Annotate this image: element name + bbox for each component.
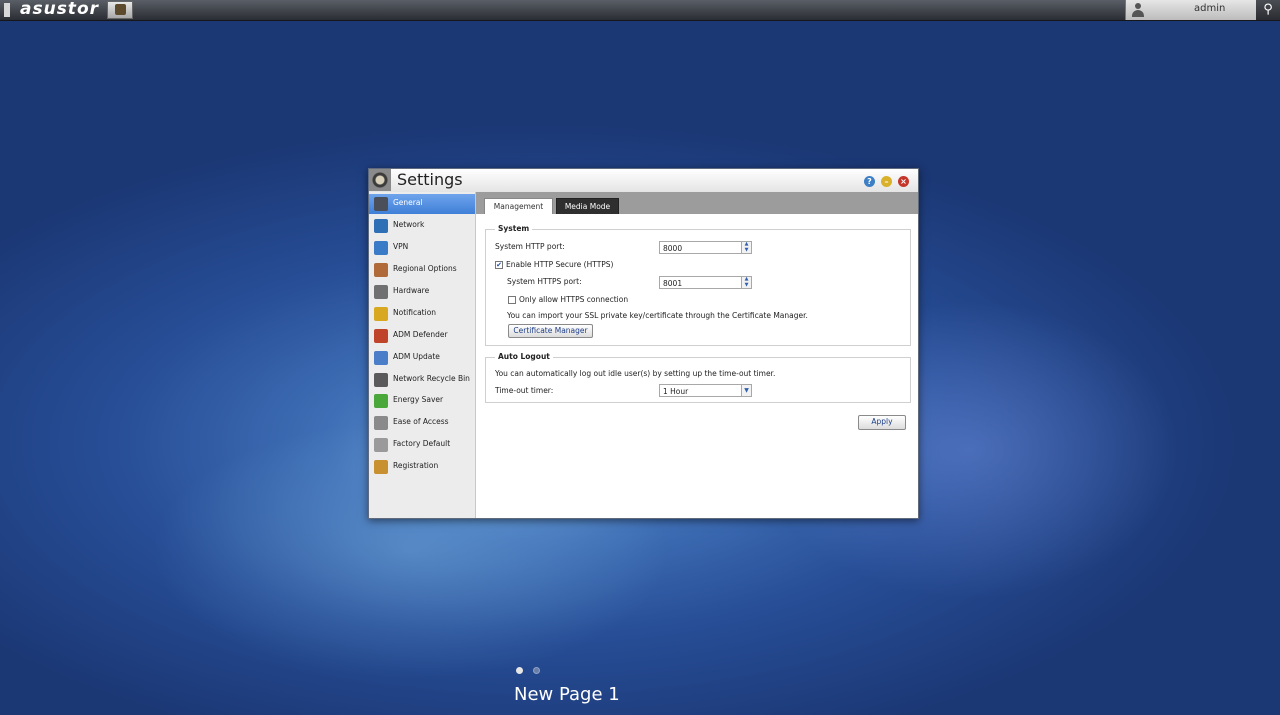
sidebar-item-label: Ease of Access [393,417,449,426]
window-title: Settings [397,170,463,189]
ssl-note: You can import your SSL private key/cert… [507,311,808,320]
notification-icon [374,307,388,321]
ease-of-access-icon [374,416,388,430]
sidebar-item-ease-of-access[interactable]: Ease of Access [369,413,475,433]
auto-logout-group: Auto Logout You can automatically log ou… [485,352,911,403]
sidebar-item-label: Network Recycle Bin [393,374,470,383]
minimize-icon[interactable]: – [881,176,892,187]
vpn-icon [374,241,388,255]
network-icon [374,219,388,233]
sidebar-item-network-recycle-bin[interactable]: Network Recycle Bin [369,370,475,390]
sidebar-item-label: General [393,198,423,207]
settings-content: Management Media Mode System System HTTP… [476,192,918,518]
top-bar: asustor admin ⚲ [0,0,1280,21]
adm-update-icon [374,351,388,365]
https-enable-label: Enable HTTP Secure (HTTPS) [506,260,614,269]
https-port-label: System HTTPS port: [507,277,582,286]
sidebar-item-label: VPN [393,242,409,251]
sidebar-item-label: Network [393,220,425,229]
sidebar-item-label: Regional Options [393,264,457,273]
sidebar-item-label: Hardware [393,286,430,295]
http-port-label: System HTTP port: [495,242,565,251]
user-icon [1131,3,1145,17]
user-name: admin [1194,3,1226,14]
help-icon[interactable]: ? [864,176,875,187]
close-icon[interactable]: × [898,176,909,187]
sidebar-item-label: ADM Update [393,352,440,361]
https-port-value: 8001 [663,279,683,288]
sidebar-item-label: Energy Saver [393,395,444,404]
http-port-value: 8000 [663,244,683,253]
recycle-bin-icon [374,373,388,387]
brand-logo: asustor [20,0,100,19]
https-only-label: Only allow HTTPS connection [519,295,629,304]
adm-defender-icon [374,329,388,343]
certificate-manager-button[interactable]: Certificate Manager [508,324,593,338]
factory-default-icon [374,438,388,452]
sidebar-item-registration[interactable]: Registration [369,457,475,477]
sidebar-item-vpn[interactable]: VPN [369,238,475,258]
search-icon[interactable]: ⚲ [1256,0,1280,20]
tab-media-mode[interactable]: Media Mode [556,198,619,214]
sidebar-item-hardware[interactable]: Hardware [369,282,475,302]
settings-gear-icon [369,169,391,191]
timeout-timer-select[interactable]: 1 Hour ▼ [659,384,752,397]
sidebar-item-label: Factory Default [393,439,451,448]
general-icon [374,197,388,211]
user-menu[interactable]: admin [1125,0,1256,20]
settings-window: Settings ? – × General Network VPN Regio… [368,168,919,519]
page-dot[interactable] [533,667,540,674]
stepper-arrows-icon[interactable]: ▲ ▼ [741,276,751,288]
http-port-stepper[interactable]: 8000 ▲ ▼ [659,241,752,254]
settings-sidebar: General Network VPN Regional Options Har… [369,192,476,518]
sidebar-item-regional-options[interactable]: Regional Options [369,260,475,280]
registration-icon [374,460,388,474]
hardware-icon [374,285,388,299]
regional-options-icon [374,263,388,277]
timeout-timer-value: 1 Hour [663,387,689,396]
https-port-stepper[interactable]: 8001 ▲ ▼ [659,276,752,289]
chevron-down-icon[interactable]: ▼ [741,385,751,396]
stepper-arrows-icon[interactable]: ▲ ▼ [741,241,751,253]
sidebar-item-label: Registration [393,461,439,470]
sidebar-item-label: ADM Defender [393,330,448,339]
system-group: System System HTTP port: 8000 ▲ ▼ ✔ Enabl… [485,224,911,346]
page-dot-active[interactable] [516,667,523,674]
auto-logout-group-title: Auto Logout [495,352,553,361]
system-group-title: System [495,224,533,233]
energy-saver-icon [374,394,388,408]
https-only-checkbox[interactable] [508,296,516,304]
tab-strip: Management Media Mode [476,192,918,214]
sidebar-item-notification[interactable]: Notification [369,304,475,324]
timeout-timer-label: Time-out timer: [495,386,554,395]
auto-logout-description: You can automatically log out idle user(… [495,369,776,378]
sidebar-item-network[interactable]: Network [369,216,475,236]
sidebar-item-energy-saver[interactable]: Energy Saver [369,391,475,411]
window-titlebar[interactable]: Settings ? – × [369,169,918,193]
tab-management[interactable]: Management [484,198,553,214]
sidebar-item-general[interactable]: General [369,194,475,214]
https-enable-checkbox[interactable]: ✔ [495,261,503,269]
sidebar-item-label: Notification [393,308,437,317]
sidebar-item-adm-update[interactable]: ADM Update [369,348,475,368]
apply-button[interactable]: Apply [858,415,906,430]
adm-app-icon[interactable] [107,1,133,19]
sidebar-item-factory-default[interactable]: Factory Default [369,435,475,455]
sidebar-item-adm-defender[interactable]: ADM Defender [369,326,475,346]
desktop-page-label: New Page 1 [514,684,620,705]
